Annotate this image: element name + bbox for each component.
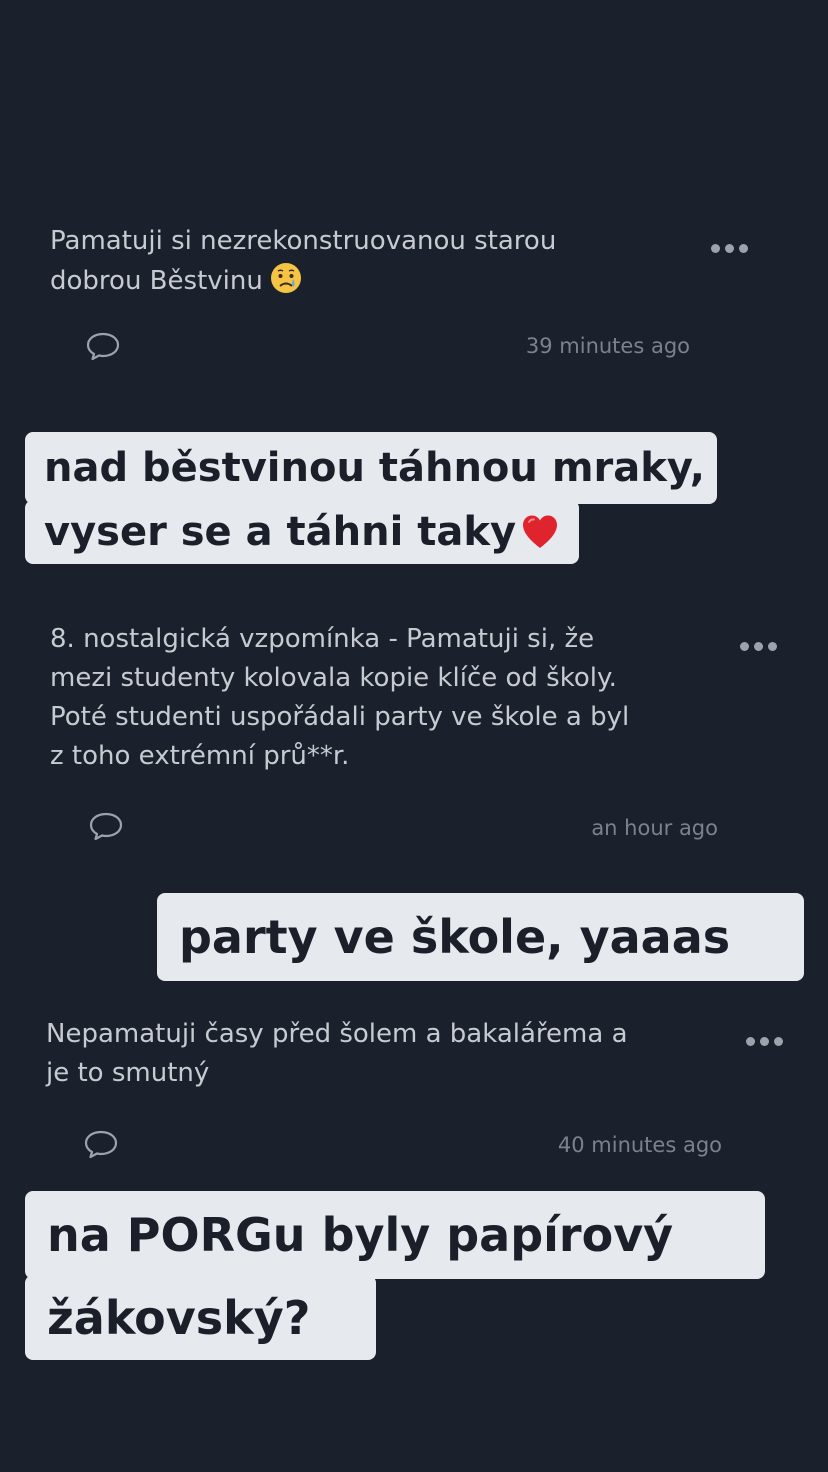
sticker-2-line-1: party ve škole, yaaas [157, 893, 804, 981]
red-heart-icon [523, 515, 558, 548]
sticker-1-line-1: nad běstvinou táhnou mraky, [25, 432, 717, 504]
comment-icon-3[interactable] [83, 1129, 119, 1159]
comment-icon-1[interactable] [85, 331, 121, 361]
crying-face-icon [270, 263, 301, 293]
comment-text-1-content: Pamatuji si nezrekonstruovanou starou do… [50, 226, 557, 296]
comment-text-3: Nepamatuji časy před šolem a bakalářema … [46, 1019, 628, 1088]
sticker-1-line-2: vyser se a táhni taky [25, 500, 579, 564]
sticker-3-line-2: žákovský? [25, 1275, 376, 1360]
comment-text-1: Pamatuji si nezrekonstruovanou starou do… [50, 222, 690, 301]
more-options-icon-2[interactable] [740, 642, 777, 651]
sticker-3-line-2-text: žákovský? [47, 1290, 311, 1345]
sticker-1-line-1-text: nad běstvinou táhnou mraky, [44, 445, 705, 491]
sticker-2-line-1-text: party ve škole, yaaas [179, 910, 731, 964]
comment-text-2: 8. nostalgická vzpomínka - Pamatuji si, … [50, 624, 630, 771]
sticker-1-line-2-text: vyser se a táhni taky [44, 509, 517, 555]
comment-time-1: 39 minutes ago [525, 334, 690, 358]
comment-time-2: an hour ago [591, 816, 718, 840]
comment-icon-2[interactable] [88, 811, 124, 841]
sticker-3-line-1-text: na PORGu byly papírový [47, 1208, 674, 1262]
comment-time-3: 40 minutes ago [557, 1133, 722, 1157]
more-options-icon-1[interactable] [711, 244, 748, 253]
sticker-3-line-1: na PORGu byly papírový [25, 1191, 765, 1279]
more-options-icon-3[interactable] [746, 1037, 783, 1046]
